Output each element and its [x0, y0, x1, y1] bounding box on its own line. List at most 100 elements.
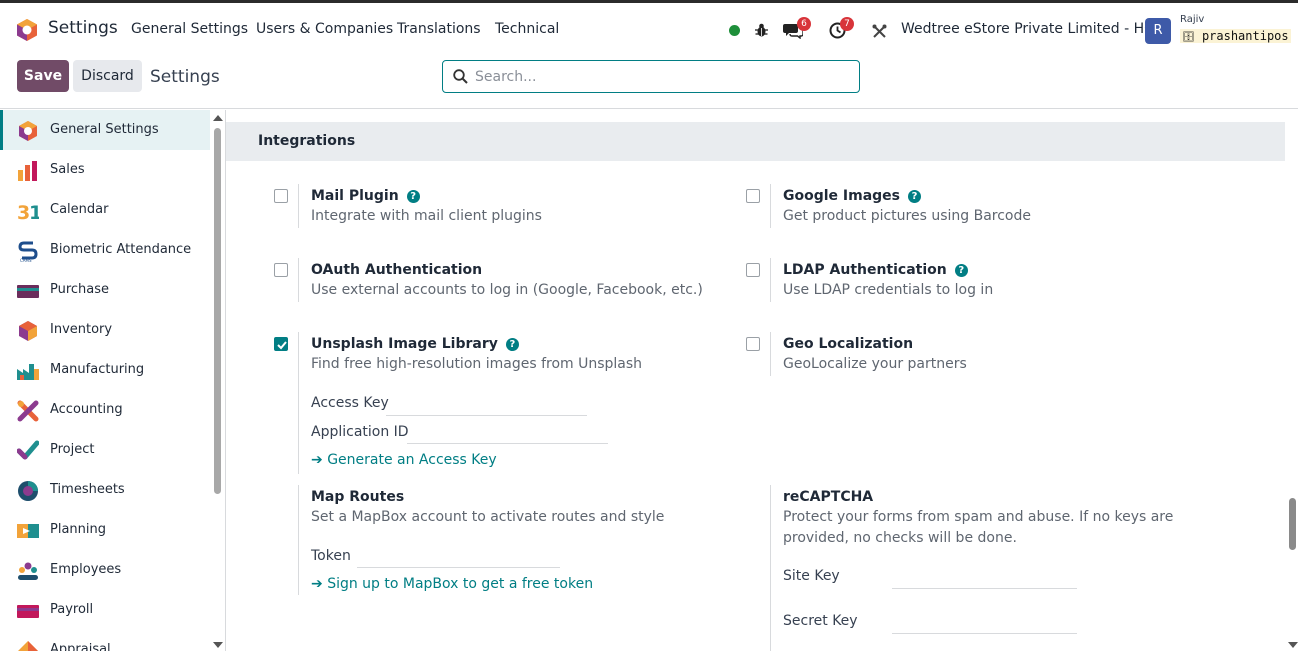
setting-divider — [770, 258, 771, 302]
mapbox-signup-text: Sign up to MapBox to get a free token — [327, 576, 594, 592]
database-name: 🗄 prashantipos — [1180, 29, 1291, 43]
geo-localization-checkbox[interactable] — [746, 337, 760, 351]
sidebar-item-biometric-attendance[interactable]: CAMS Biometric Attendance — [0, 230, 210, 270]
help-icon[interactable]: ? — [406, 190, 420, 203]
unsplash-checkbox[interactable] — [274, 337, 288, 351]
sidebar-item-purchase[interactable]: Purchase — [0, 270, 210, 310]
setting-divider — [298, 485, 299, 595]
sidebar-item-label: Timesheets — [50, 482, 125, 497]
accounting-icon — [17, 400, 39, 422]
mapbox-signup-link[interactable]: ➔ Sign up to MapBox to get a free token — [311, 576, 593, 592]
user-name[interactable]: Rajiv — [1180, 14, 1204, 25]
geo-localization-description: GeoLocalize your partners — [783, 356, 967, 372]
svg-text:1: 1 — [29, 202, 39, 222]
token-input[interactable] — [357, 546, 560, 568]
setting-divider — [770, 332, 771, 376]
control-panel: Save Discard Settings — [0, 51, 1298, 109]
appraisal-icon — [18, 641, 38, 651]
sidebar-item-inventory[interactable]: Inventory — [0, 310, 210, 350]
help-icon[interactable]: ? — [954, 264, 968, 277]
app-title[interactable]: Settings — [48, 18, 118, 38]
recaptcha-title: reCAPTCHA — [783, 489, 874, 505]
sidebar-scroll-up-icon[interactable] — [213, 115, 223, 121]
save-button[interactable]: Save — [17, 60, 69, 92]
ldap-title: LDAP Authentication? — [783, 262, 968, 278]
application-id-input[interactable] — [407, 422, 608, 444]
tools-icon[interactable] — [872, 24, 887, 39]
sidebar-item-label: Inventory — [50, 322, 113, 337]
oauth-checkbox[interactable] — [274, 263, 288, 277]
site-key-input[interactable] — [892, 567, 1077, 589]
sidebar-item-label: Calendar — [50, 202, 109, 217]
sidebar-item-project[interactable]: Project — [0, 430, 210, 470]
activity-count-badge: 7 — [840, 17, 854, 31]
sidebar-scroll-down-icon[interactable] — [213, 642, 223, 648]
sidebar-scrollbar[interactable] — [214, 128, 221, 494]
sidebar-item-label: Planning — [50, 522, 106, 537]
content-scroll-down-icon[interactable] — [1288, 642, 1298, 648]
content-scrollbar[interactable] — [1289, 498, 1296, 550]
oauth-title: OAuth Authentication — [311, 262, 483, 278]
odoo-settings-icon — [19, 121, 37, 141]
generate-access-key-text: Generate an Access Key — [327, 452, 497, 468]
help-icon[interactable]: ? — [908, 190, 922, 203]
mail-plugin-checkbox[interactable] — [274, 189, 288, 203]
search-icon — [453, 69, 468, 84]
section-title: Integrations — [258, 133, 356, 149]
sidebar-item-appraisal[interactable]: Appraisal — [0, 630, 210, 651]
ldap-description: Use LDAP credentials to log in — [783, 282, 994, 298]
sidebar-item-payroll[interactable]: Payroll — [0, 590, 210, 630]
menu-general-settings[interactable]: General Settings — [131, 21, 248, 37]
google-images-checkbox[interactable] — [746, 189, 760, 203]
inventory-icon — [19, 321, 37, 341]
setting-divider — [770, 485, 771, 651]
sidebar-item-sales[interactable]: Sales — [0, 150, 210, 190]
secret-key-input[interactable] — [892, 612, 1077, 634]
help-icon[interactable]: ? — [505, 338, 519, 351]
sidebar-item-label: Appraisal — [50, 642, 111, 651]
chat-count-badge: 6 — [797, 17, 811, 31]
arrow-right-icon: ➔ — [311, 452, 323, 468]
search-input[interactable] — [475, 67, 845, 87]
access-key-input[interactable] — [386, 394, 587, 416]
top-navbar: Settings General Settings Users & Compan… — [0, 6, 1298, 51]
purchase-icon — [17, 285, 39, 298]
user-avatar[interactable]: R — [1145, 18, 1171, 44]
sidebar-item-planning[interactable]: Planning — [0, 510, 210, 550]
discard-button[interactable]: Discard — [73, 60, 142, 92]
sidebar-item-calendar[interactable]: 3 1 Calendar — [0, 190, 210, 230]
debug-bug-icon[interactable] — [754, 22, 769, 38]
online-status-icon[interactable] — [729, 25, 740, 36]
timesheets-icon — [18, 481, 38, 501]
settings-app-icon[interactable] — [15, 18, 39, 42]
unsplash-title-text: Unsplash Image Library — [311, 336, 498, 352]
database-label: prashantipos — [1201, 29, 1289, 43]
sidebar-item-manufacturing[interactable]: Manufacturing — [0, 350, 210, 390]
sidebar-item-accounting[interactable]: Accounting — [0, 390, 210, 430]
mail-plugin-title: Mail Plugin? — [311, 188, 420, 204]
sidebar-item-timesheets[interactable]: Timesheets — [0, 470, 210, 510]
mail-plugin-description: Integrate with mail client plugins — [311, 208, 542, 224]
menu-translations[interactable]: Translations — [397, 21, 481, 37]
menu-technical[interactable]: Technical — [495, 21, 559, 37]
secret-key-label: Secret Key — [783, 613, 858, 629]
sales-icon — [18, 161, 37, 181]
map-routes-title: Map Routes — [311, 489, 405, 505]
menu-users-companies[interactable]: Users & Companies — [256, 21, 393, 37]
google-images-description: Get product pictures using Barcode — [783, 208, 1032, 224]
company-switcher[interactable]: Wedtree eStore Private Limited - HO — [901, 21, 1155, 37]
recaptcha-description-line-1: Protect your forms from spam and abuse. … — [783, 509, 1174, 525]
section-header: Integrations — [226, 122, 1285, 161]
generate-access-key-link[interactable]: ➔ Generate an Access Key — [311, 452, 497, 468]
unsplash-title: Unsplash Image Library? — [311, 336, 519, 352]
ldap-title-text: LDAP Authentication — [783, 262, 947, 278]
sidebar-item-employees[interactable]: Employees — [0, 550, 210, 590]
recaptcha-description-line-2: provided, no checks will be done. — [783, 530, 1017, 546]
sidebar-item-label: Project — [50, 442, 95, 457]
sidebar-item-general-settings[interactable]: General Settings — [0, 110, 210, 150]
ldap-checkbox[interactable] — [746, 263, 760, 277]
geo-localization-title: Geo Localization — [783, 336, 914, 352]
google-images-title-text: Google Images — [783, 188, 901, 204]
sidebar-item-label: Payroll — [50, 602, 94, 617]
search-box[interactable] — [442, 60, 860, 93]
